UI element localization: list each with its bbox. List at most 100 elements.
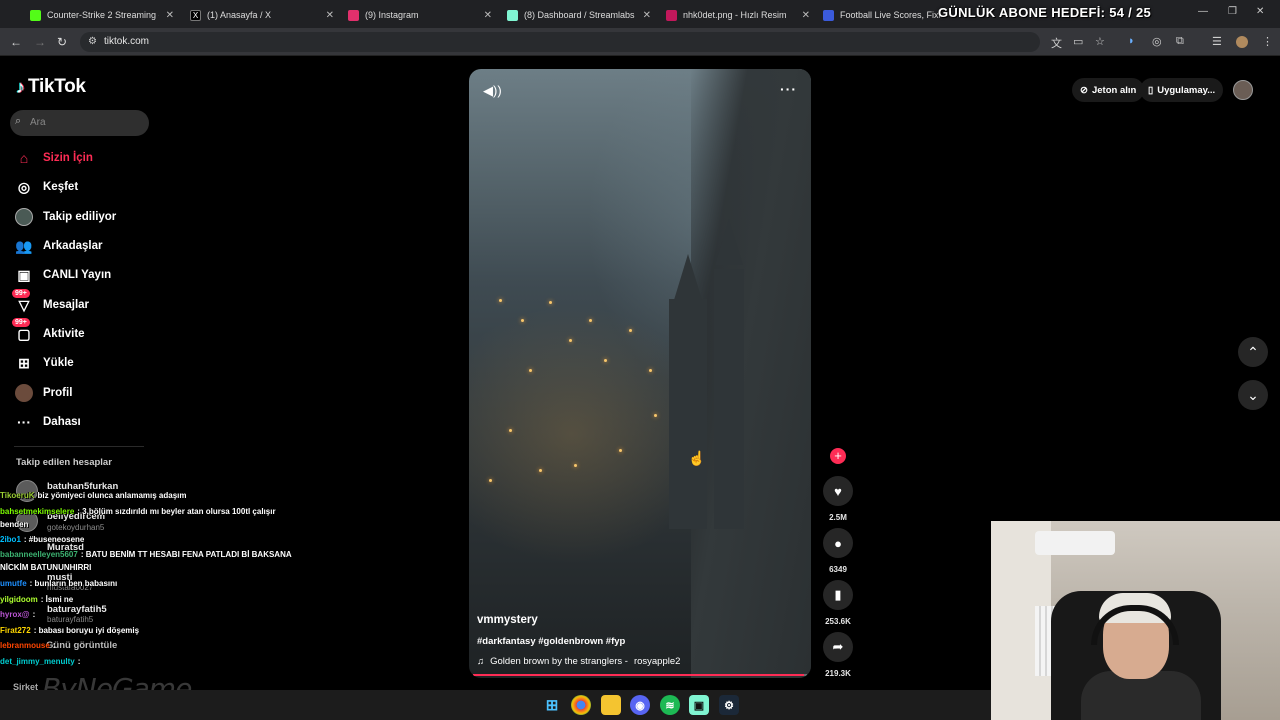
instagram-favicon-icon (348, 9, 359, 21)
nav-following[interactable]: Takip ediliyor (14, 206, 116, 228)
chrome-icon[interactable] (571, 695, 591, 715)
comment-icon: ● (823, 528, 853, 558)
steam-icon[interactable]: ⚙ (719, 695, 739, 715)
volume-icon[interactable]: ◀)) (483, 83, 502, 99)
logo-text: TikTok (28, 76, 86, 97)
video-player[interactable]: ◀)) ··· vmmystery #darkfantasy #goldenbr… (469, 69, 811, 678)
nav-explore[interactable]: ◎ Keşfet (14, 176, 78, 198)
video-city-lights (469, 69, 811, 678)
tab-x[interactable]: X (1) Anasayfa / X ✕ (190, 4, 340, 26)
close-tab-icon[interactable]: ✕ (643, 10, 651, 21)
nav-live[interactable]: ▣ CANLI Yayın (14, 264, 111, 286)
chat-message: hyrox@: (0, 610, 36, 619)
music-author: rosyapple2 (633, 656, 681, 667)
subscriber-goal-overlay: GÜNLÜK ABONE HEDEFİ: 54 / 25 (938, 5, 1152, 20)
site-info-icon[interactable]: ⚙ (88, 36, 97, 47)
close-tab-icon[interactable]: ✕ (484, 10, 492, 21)
next-video-button[interactable]: ⌄ (1238, 380, 1268, 410)
spotify-icon[interactable]: ≋ (660, 695, 680, 715)
maximize-icon[interactable]: ❐ (1228, 6, 1237, 17)
previous-video-button[interactable]: ⌃ (1238, 337, 1268, 367)
nav-label: Mesajlar (43, 299, 90, 311)
puzzle-extensions-icon[interactable]: ⧉ (1176, 35, 1184, 48)
close-tab-icon[interactable]: ✕ (166, 10, 174, 21)
tab-instagram[interactable]: (9) Instagram ✕ (348, 4, 498, 26)
x-favicon-icon: X (190, 9, 201, 21)
nav-label: Profil (43, 387, 73, 399)
nav-upload[interactable]: ⊞ Yükle (14, 352, 74, 374)
windows-start-icon[interactable]: ⊞ (542, 695, 562, 715)
streamlabs-icon[interactable]: ▣ (689, 695, 709, 715)
reload-icon[interactable]: ↻ (57, 35, 67, 49)
nav-label: Yükle (43, 357, 74, 369)
reading-list-icon[interactable]: ☰ (1212, 35, 1222, 48)
search-placeholder: Ara (30, 117, 46, 128)
nav-activity[interactable]: ▢ 99+ Aktivite (12, 318, 85, 345)
save-button[interactable]: ▮ 253.6K (822, 580, 854, 626)
menu-kebab-icon[interactable]: ⋮ (1262, 35, 1273, 48)
minimize-icon[interactable]: — (1198, 6, 1208, 17)
tab-title: Football Live Scores, Fixtures (840, 10, 940, 20)
forward-icon[interactable]: → (34, 35, 46, 49)
user-avatar[interactable] (1233, 80, 1253, 100)
nav-label: Aktivite (43, 328, 85, 340)
tiktok-logo[interactable]: ♪ TikTok (16, 76, 86, 98)
heart-icon: ♥ (823, 476, 853, 506)
bookmark-star-icon[interactable]: ☆ (1095, 35, 1105, 48)
tab-streamlabs[interactable]: (8) Dashboard / Streamlabs ✕ (507, 4, 657, 26)
browser-toolbar: ← → ↻ ⚙ tiktok.com 文 ▭ ☆ ◗ ◎ ⧉ ☰ ⋮ (0, 28, 1280, 56)
close-tab-icon[interactable]: ✕ (326, 10, 334, 21)
chat-message: 2ibo1: #buseneosene (0, 535, 85, 544)
tab-title: (9) Instagram (365, 10, 419, 20)
sidebar-divider (14, 446, 144, 447)
explorer-icon[interactable] (601, 695, 621, 715)
chat-message: yilgidoom: İsmi ne (0, 595, 74, 604)
tab-title: nhk0det.png - Hızlı Resim (683, 10, 787, 20)
chat-message: umutfe: bunların ben babasını (0, 579, 118, 588)
home-icon: ⌂ (19, 150, 29, 166)
nav-friends[interactable]: 👥 Arkadaşlar (14, 235, 102, 257)
music-title: Golden brown by the stranglers - (490, 656, 628, 667)
nav-for-you[interactable]: ⌂ Sizin İçin (14, 147, 93, 169)
tab-football[interactable]: Football Live Scores, Fixtures (823, 4, 943, 26)
video-music[interactable]: ♫ Golden brown by the stranglers - rosya… (477, 656, 680, 667)
chat-message: NİCKİM BATUNUNHIRRI (0, 563, 92, 572)
video-caption[interactable]: #darkfantasy #goldenbrown #fyp (477, 636, 625, 647)
extension-icon[interactable]: ◎ (1152, 35, 1162, 48)
video-progress-bar[interactable] (473, 674, 807, 676)
nav-more[interactable]: ··· Dahası (14, 411, 81, 433)
comment-button[interactable]: ● 6349 (822, 528, 854, 574)
nav-profile[interactable]: Profil (14, 382, 72, 404)
more-options-icon[interactable]: ··· (780, 81, 797, 97)
nav-label: Takip ediliyor (43, 211, 117, 223)
address-bar[interactable]: ⚙ tiktok.com (80, 32, 1040, 52)
search-input[interactable]: ⌕ Ara (10, 110, 149, 136)
close-tab-icon[interactable]: ✕ (802, 10, 810, 21)
get-app-button[interactable]: ▯ Uygulamay... (1140, 78, 1224, 102)
tiktok-note-icon: ♪ (16, 76, 25, 97)
like-count: 2.5M (829, 513, 847, 522)
video-author[interactable]: vmmystery (477, 614, 538, 626)
compass-icon: ◎ (17, 178, 31, 195)
close-window-icon[interactable]: ✕ (1256, 6, 1264, 17)
mouse-cursor-icon: ☝ (688, 450, 706, 466)
cast-icon[interactable]: ▭ (1073, 35, 1083, 48)
profile-avatar-icon[interactable] (1236, 36, 1248, 48)
get-coins-button[interactable]: ⊘ Jeton alın (1072, 78, 1145, 102)
upload-icon: ⊞ (18, 354, 30, 371)
follow-plus-button[interactable]: + (830, 448, 846, 464)
share-button[interactable]: ➦ 219.3K (822, 632, 854, 678)
translate-icon[interactable]: 文 (1051, 35, 1062, 51)
share-icon: ➦ (823, 632, 853, 662)
nav-label: Arkadaşlar (43, 240, 103, 252)
discord-icon[interactable]: ◉ (630, 695, 650, 715)
activity-icon: ▢ 99+ (12, 318, 34, 344)
tab-image-viewer[interactable]: nhk0det.png - Hızlı Resim ✕ (666, 4, 816, 26)
like-button[interactable]: ♥ 2.5M (822, 476, 854, 522)
chevron-up-icon: ⌃ (1247, 343, 1259, 360)
audio-icon[interactable]: ◗ (1128, 35, 1135, 47)
tab-kick[interactable]: Counter-Strike 2 Streaming - Li ✕ (30, 4, 180, 26)
nav-messages[interactable]: ▽ 99+ Mesajlar (12, 289, 90, 316)
tab-title: (1) Anasayfa / X (207, 10, 272, 20)
back-icon[interactable]: ← (10, 35, 22, 49)
